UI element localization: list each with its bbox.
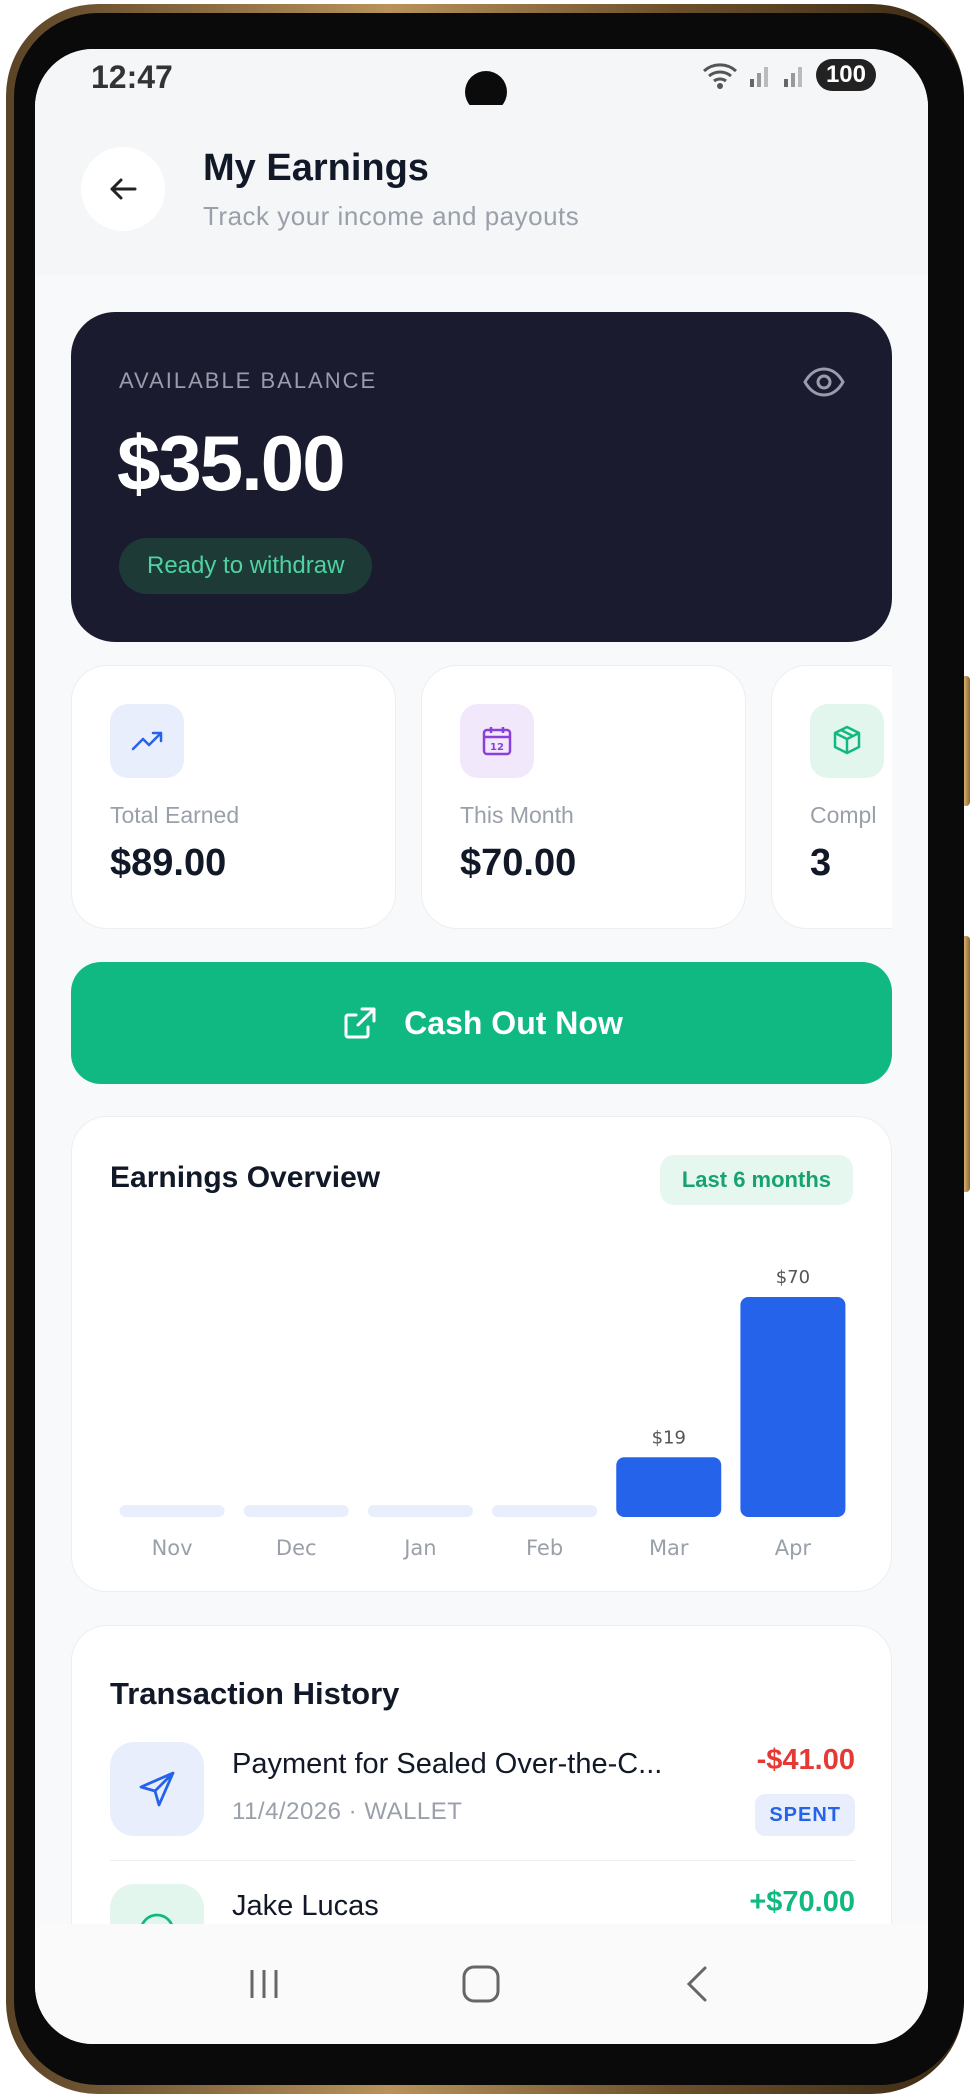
stat-card-completed: Compl 3 [771,665,892,929]
chart-x-tick-label: Jan [402,1536,436,1560]
period-selector[interactable]: Last 6 months [659,1155,853,1205]
chart-title: Earnings Overview [110,1161,381,1194]
svg-text:12: 12 [490,742,504,753]
balance-label: AVAILABLE BALANCE [119,368,378,393]
transaction-history-title: Transaction History [110,1676,400,1711]
tx-name: Jake Lucas [232,1890,379,1922]
earnings-bar-chart: Nov Dec Jan Feb $19 Mar $70 Apr [119,1267,846,1560]
stat-value: 3 [810,842,832,884]
system-nav-bar [35,1924,928,2044]
stats-carousel[interactable]: Total Earned $89.00 12 This Month $70.00… [71,665,892,931]
stat-label: Total Earned [110,802,240,828]
stat-icon-bg [810,704,884,778]
tx-amount: -$41.00 [756,1744,855,1776]
chart-bar-feb [492,1505,598,1517]
package-icon [833,725,861,755]
back-button[interactable] [81,147,165,231]
calendar-icon: 12 [482,727,512,756]
cash-out-button[interactable]: Cash Out Now [71,962,892,1084]
tx-amount: +$70.00 [749,1886,855,1918]
chart-data-label: $19 [652,1427,686,1448]
transaction-row[interactable]: Payment for Sealed Over-the-C... 11/4/20… [110,1742,855,1882]
external-link-icon [344,1007,376,1039]
stat-label: Compl [810,802,877,828]
stat-icon-bg: 12 [460,704,534,778]
signal-icon-2 [783,67,802,87]
chart-x-tick-label: Feb [526,1536,563,1560]
chart-x-tick-label: Dec [276,1536,317,1560]
balance-card: AVAILABLE BALANCE $35.00 Ready to withdr… [71,312,892,642]
wifi-icon [702,63,737,89]
chart-bar-dec [243,1505,349,1517]
page-title: My Earnings [203,147,429,189]
page-header: My Earnings Track your income and payout… [35,105,928,275]
stat-card-total-earned: Total Earned $89.00 [71,665,396,929]
tx-icon-bg [110,1742,204,1836]
arrow-left-icon [110,178,137,200]
chart-bar-nov [119,1505,225,1517]
tx-name: Payment for Sealed Over-the-C... [232,1748,663,1780]
withdraw-status-badge: Ready to withdraw [119,538,373,594]
chart-x-tick-label: Nov [152,1536,193,1560]
signal-icon [749,67,768,87]
home-icon[interactable] [459,1962,503,2006]
back-nav-icon[interactable] [677,1962,721,2006]
chart-x-tick-label: Mar [649,1536,689,1560]
chart-x-tick-label: Apr [775,1536,812,1560]
clock: 12:47 [91,59,173,95]
stat-value: $70.00 [460,842,577,884]
page-subtitle: Track your income and payouts [203,201,580,231]
screen: 12:47 100 My Earnings Track your income … [35,49,928,2044]
main-content: AVAILABLE BALANCE $35.00 Ready to withdr… [35,275,928,2044]
trending-up-icon [131,731,163,751]
tx-status-badge: SPENT [755,1794,855,1836]
recent-apps-icon[interactable] [242,1962,286,2006]
status-icons: 100 [700,59,876,91]
stat-label: This Month [460,802,574,828]
stat-card-this-month: 12 This Month $70.00 [421,665,746,929]
stat-value: $89.00 [110,842,227,884]
status-bar: 12:47 100 [35,49,928,113]
send-icon [139,1771,175,1807]
cash-out-label: Cash Out Now [404,1004,623,1041]
chart-data-label: $70 [776,1267,810,1288]
chart-bar-jan [367,1505,473,1517]
battery-indicator: 100 [815,59,876,91]
chart-bar-mar [616,1457,722,1517]
divider [110,1860,855,1861]
balance-amount: $35.00 [117,419,346,507]
stat-icon-bg [110,704,184,778]
chart-bar-apr [740,1297,846,1517]
earnings-chart-card: Earnings Overview Last 6 months Nov Dec Ja… [71,1116,892,1592]
eye-icon[interactable] [802,366,846,398]
tx-meta: 11/4/2026 · WALLET [232,1798,463,1825]
